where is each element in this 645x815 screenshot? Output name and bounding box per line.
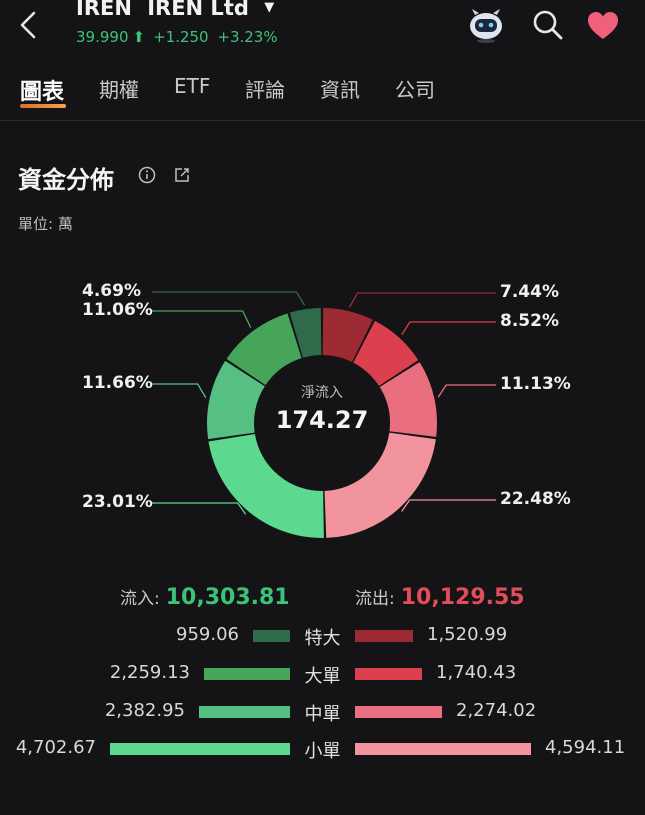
breakdown-row: 4,702.67 小單 4,594.11 <box>0 737 645 763</box>
inflow-amount: 2,259.13 <box>109 662 190 683</box>
unit-label: 單位: 萬 <box>18 215 73 233</box>
outflow-bar <box>355 706 442 718</box>
leader-line-6 <box>152 310 252 328</box>
leader-line-3 <box>401 499 496 512</box>
tab-comments[interactable]: 評論 <box>245 74 285 103</box>
tab-chart[interactable]: 圖表 <box>20 74 64 106</box>
robot-assistant-icon[interactable] <box>466 6 506 44</box>
top-bar: IREN IREN Ltd ▼ 39.990 ⬆ +1.250 +3.23% <box>0 0 645 60</box>
inflow-total: 流入: 10,303.81 <box>120 584 290 610</box>
inflow-bar <box>110 743 290 755</box>
inflow-amount: 959.06 <box>176 624 239 645</box>
price-row: 39.990 ⬆ +1.250 +3.23% <box>76 28 282 46</box>
order-size-label: 中單 <box>304 704 341 725</box>
tab-company[interactable]: 公司 <box>395 74 435 103</box>
tab-bar: 圖表 期權 ETF 評論 資訊 公司 <box>0 70 645 121</box>
outflow-total: 流出: 10,129.55 <box>355 584 525 610</box>
active-tab-indicator <box>20 104 66 108</box>
percent-label-outflow-2: 11.13% <box>500 374 571 394</box>
inflow-bar <box>199 706 290 718</box>
breakdown-row: 959.06 特大 1,520.99 <box>0 624 645 650</box>
leader-line-4 <box>152 502 247 515</box>
leader-line-7 <box>152 291 306 306</box>
donut-slice-inflow-4 <box>208 433 324 538</box>
inflow-amount: 2,382.95 <box>104 700 185 721</box>
back-arrow-icon[interactable] <box>14 8 44 42</box>
inflow-bar <box>204 668 290 680</box>
order-size-label: 特大 <box>304 628 341 649</box>
percent-label-outflow-0: 7.44% <box>500 282 559 302</box>
price-change: +1.250 <box>153 28 209 46</box>
percent-label-outflow-1: 8.52% <box>500 311 559 331</box>
leader-line-1 <box>401 321 496 336</box>
outflow-amount: 2,274.02 <box>456 700 537 721</box>
ticker-name: IREN Ltd <box>147 0 249 20</box>
net-inflow-label: 淨流入 <box>301 385 343 401</box>
leader-line-0 <box>348 292 496 308</box>
outflow-label: 流出: <box>355 589 395 609</box>
leader-line-5 <box>152 383 207 398</box>
outflow-bar <box>355 743 531 755</box>
tab-options[interactable]: 期權 <box>99 74 139 103</box>
order-size-label: 小單 <box>304 741 341 762</box>
outflow-amount: 1,740.43 <box>436 662 517 683</box>
percent-label-inflow-4: 23.01% <box>82 492 153 512</box>
net-inflow-value: 174.27 <box>275 406 369 434</box>
info-icon[interactable] <box>138 166 156 184</box>
percent-label-inflow-5: 11.66% <box>82 373 153 393</box>
leader-line-2 <box>437 384 496 398</box>
last-price: 39.990 <box>76 28 129 46</box>
heart-icon[interactable] <box>586 10 620 42</box>
outflow-bar <box>355 668 422 680</box>
price-change-percent: +3.23% <box>217 28 278 46</box>
share-icon[interactable] <box>173 166 191 184</box>
tab-news[interactable]: 資訊 <box>320 74 360 103</box>
ticker-selector[interactable]: IREN IREN Ltd ▼ <box>76 0 274 20</box>
breakdown-row: 2,382.95 中單 2,274.02 <box>0 700 645 726</box>
tab-etf[interactable]: ETF <box>174 74 210 98</box>
search-icon[interactable] <box>531 8 565 42</box>
outflow-value: 10,129.55 <box>400 585 525 610</box>
order-size-label: 大單 <box>304 666 341 687</box>
price-up-arrow-icon: ⬆ <box>132 28 146 46</box>
outflow-amount: 4,594.11 <box>545 737 626 758</box>
percent-label-inflow-7: 4.69% <box>82 281 141 301</box>
ticker-symbol: IREN <box>76 0 132 20</box>
inflow-value: 10,303.81 <box>165 585 290 610</box>
inflow-bar <box>253 630 290 642</box>
breakdown-row: 2,259.13 大單 1,740.43 <box>0 662 645 688</box>
percent-label-inflow-6: 11.06% <box>82 300 153 320</box>
outflow-bar <box>355 630 413 642</box>
donut-slice-outflow-3 <box>324 432 436 538</box>
outflow-amount: 1,520.99 <box>427 624 508 645</box>
caret-down-icon: ▼ <box>264 0 275 15</box>
percent-label-outflow-3: 22.48% <box>500 489 571 509</box>
section-title: 資金分佈 <box>18 166 114 194</box>
inflow-label: 流入: <box>120 589 160 609</box>
inflow-amount: 4,702.67 <box>15 737 96 758</box>
